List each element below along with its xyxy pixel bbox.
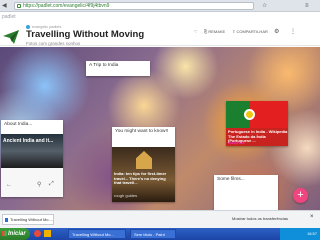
- lock-icon: [17, 4, 21, 8]
- folder-quicklaunch-icon[interactable]: [44, 230, 51, 237]
- star-icon[interactable]: ☆: [262, 2, 267, 10]
- link-thumbnail[interactable]: India: ten tips for first-timer travel..…: [112, 147, 175, 202]
- taskbar-item-paint[interactable]: Sem título - Paint: [130, 229, 176, 239]
- gear-icon[interactable]: ⚙: [274, 28, 279, 36]
- menu-icon[interactable]: ≡: [305, 2, 309, 10]
- portugal-flag-image: [226, 101, 288, 128]
- heart-icon[interactable]: ♡: [194, 28, 198, 36]
- more-icon[interactable]: ⋮: [290, 28, 296, 36]
- remake-button[interactable]: ⎘ REMAKE: [204, 28, 225, 36]
- add-post-button[interactable]: +: [293, 188, 308, 203]
- download-bar: Travelling Without Mo....html Mostrar to…: [0, 210, 320, 228]
- page-subtitle: Fotos com grandes sonhos: [26, 41, 81, 46]
- chrome-quicklaunch-icon[interactable]: [34, 230, 41, 237]
- card-title: A Trip to India: [89, 63, 119, 68]
- show-all-downloads-link[interactable]: Mostrar todos os transferências: [232, 216, 288, 221]
- card-about-india[interactable]: About India... Ancient India and it... ←…: [1, 120, 63, 197]
- taskbar: Iniciar Travelling Without Mo... Sem tít…: [0, 228, 320, 240]
- padlet-logo[interactable]: padlet: [2, 14, 16, 20]
- paper-plane-icon: [3, 30, 19, 44]
- link-caption: Portuguese in India - Wikipedia The Esta…: [226, 128, 288, 146]
- share-button[interactable]: ⇪ COMPARTILHAR: [232, 28, 268, 36]
- card-trip-to-india[interactable]: A Trip to India: [86, 61, 150, 76]
- link-source: wikipedia: [228, 140, 245, 145]
- padlet-canvas: A Trip to India About India... Ancient I…: [0, 47, 320, 210]
- card-might-want-to-know[interactable]: You might want to know!! India: ten tips…: [112, 127, 175, 202]
- clock: 16:57: [306, 231, 317, 236]
- card-some-films[interactable]: Some films...: [214, 175, 278, 210]
- expand-icon[interactable]: ⤢: [49, 181, 54, 188]
- card-title: About India...: [4, 122, 33, 127]
- system-tray: 16:57: [280, 228, 320, 240]
- card-portugal[interactable]: Portuguese in India - Wikipedia The Esta…: [226, 101, 288, 146]
- video-title: Ancient India and it...: [3, 138, 54, 144]
- link-text: India: ten tips for first-timer travel..…: [114, 171, 167, 186]
- zoom-icon[interactable]: ⚲: [37, 181, 41, 188]
- page-title: Travelling Without Moving: [26, 29, 145, 40]
- url-text: https://padlet.com/evangelic/4f9j4tbvn9: [23, 3, 110, 9]
- card-toolbar: ← ⚲ ⤢: [1, 168, 63, 197]
- close-icon[interactable]: ×: [310, 214, 314, 220]
- card-title: Some films...: [217, 177, 245, 182]
- card-title: You might want to know!!: [115, 129, 169, 134]
- start-button[interactable]: Iniciar: [0, 228, 30, 240]
- link-source: rough guides: [114, 193, 138, 198]
- taskbar-item-browser[interactable]: Travelling Without Mo...: [68, 229, 126, 239]
- app-header: padlet evangelic padlets Travelling With…: [0, 12, 320, 46]
- back-icon[interactable]: ◀: [2, 2, 7, 10]
- url-field[interactable]: https://padlet.com/evangelic/4f9j4tbvn9: [14, 2, 254, 10]
- video-thumbnail[interactable]: Ancient India and it...: [1, 134, 63, 168]
- browser-toolbar: ◀ https://padlet.com/evangelic/4f9j4tbvn…: [0, 0, 320, 12]
- taj-mahal-image: [136, 151, 152, 169]
- download-item[interactable]: Travelling Without Mo....html: [2, 214, 54, 225]
- back-arrow-icon[interactable]: ←: [6, 182, 12, 188]
